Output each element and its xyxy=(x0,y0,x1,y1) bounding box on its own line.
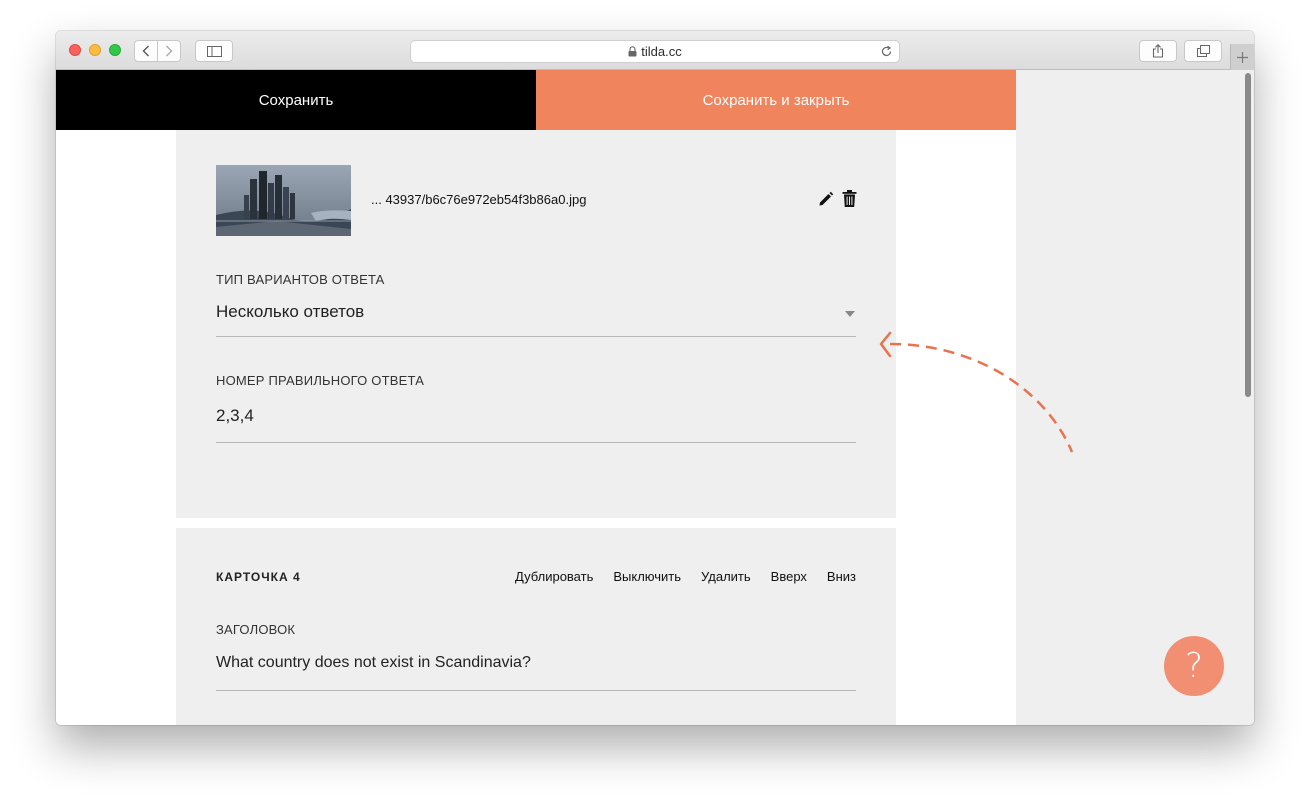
delete-card-button[interactable]: Удалить xyxy=(701,569,751,584)
save-button[interactable]: Сохранить xyxy=(56,70,536,130)
back-button[interactable] xyxy=(134,40,158,62)
tabs-overview-button[interactable] xyxy=(1184,40,1222,62)
plus-icon xyxy=(1237,51,1248,63)
heading-underline xyxy=(216,690,856,691)
heading-label: ЗАГОЛОВОК xyxy=(216,622,296,637)
card-divider xyxy=(176,518,896,528)
annotation-arrow-icon xyxy=(879,331,1074,453)
forward-button[interactable] xyxy=(157,40,181,62)
card-3-panel: ... 43937/b6c76e972eb54f3b86a0.jpg ТИП В… xyxy=(176,130,896,518)
correct-answer-input[interactable]: 2,3,4 xyxy=(216,406,254,426)
chevron-right-icon xyxy=(166,45,173,57)
move-down-button[interactable]: Вниз xyxy=(827,569,856,584)
disable-card-button[interactable]: Выключить xyxy=(613,569,681,584)
zoom-window-button[interactable] xyxy=(109,44,121,56)
duplicate-card-button[interactable]: Дублировать xyxy=(515,569,593,584)
address-bar[interactable]: tilda.cc xyxy=(410,40,900,63)
lock-icon xyxy=(628,46,637,57)
url-text: tilda.cc xyxy=(641,44,682,59)
browser-toolbar: tilda.cc xyxy=(56,31,1254,70)
share-icon xyxy=(1152,44,1164,58)
vertical-scrollbar[interactable] xyxy=(1245,73,1251,397)
card-4-title: КАРТОЧКА 4 xyxy=(216,570,301,584)
card-4-panel: КАРТОЧКА 4 Дублировать Выключить Удалить… xyxy=(176,528,896,725)
close-window-button[interactable] xyxy=(69,44,81,56)
answer-type-label: ТИП ВАРИАНТОВ ОТВЕТА xyxy=(216,272,385,287)
answer-type-underline xyxy=(216,336,856,337)
sidebar-icon xyxy=(206,45,222,57)
trash-icon[interactable] xyxy=(842,190,857,207)
correct-answer-label: НОМЕР ПРАВИЛЬНОГО ОТВЕТА xyxy=(216,373,425,388)
correct-answer-underline xyxy=(216,442,856,443)
sidebar-toggle-button[interactable] xyxy=(195,40,233,62)
card-image-thumbnail[interactable] xyxy=(216,165,351,236)
share-button[interactable] xyxy=(1139,40,1177,62)
heading-input[interactable]: What country does not exist in Scandinav… xyxy=(216,654,531,672)
answer-type-select[interactable]: Несколько ответов xyxy=(216,302,364,322)
city-skyline-image xyxy=(216,165,351,236)
help-button[interactable]: ? xyxy=(1164,636,1224,696)
chevron-left-icon xyxy=(142,45,149,57)
move-up-button[interactable]: Вверх xyxy=(771,569,807,584)
dropdown-arrow-icon[interactable] xyxy=(845,311,855,317)
reload-icon[interactable] xyxy=(880,45,893,58)
browser-window: tilda.cc Сохранить Сохранить и закрыть .… xyxy=(56,31,1254,725)
save-and-close-button[interactable]: Сохранить и закрыть xyxy=(536,70,1016,130)
card-4-actions: Дублировать Выключить Удалить Вверх Вниз xyxy=(515,569,856,584)
image-filename: ... 43937/b6c76e972eb54f3b86a0.jpg xyxy=(371,192,587,207)
page-viewport: Сохранить Сохранить и закрыть ... 43937/… xyxy=(56,70,1254,725)
new-tab-button[interactable] xyxy=(1230,44,1254,70)
pencil-edit-icon[interactable] xyxy=(818,191,834,207)
tabs-icon xyxy=(1196,45,1210,57)
minimize-window-button[interactable] xyxy=(89,44,101,56)
